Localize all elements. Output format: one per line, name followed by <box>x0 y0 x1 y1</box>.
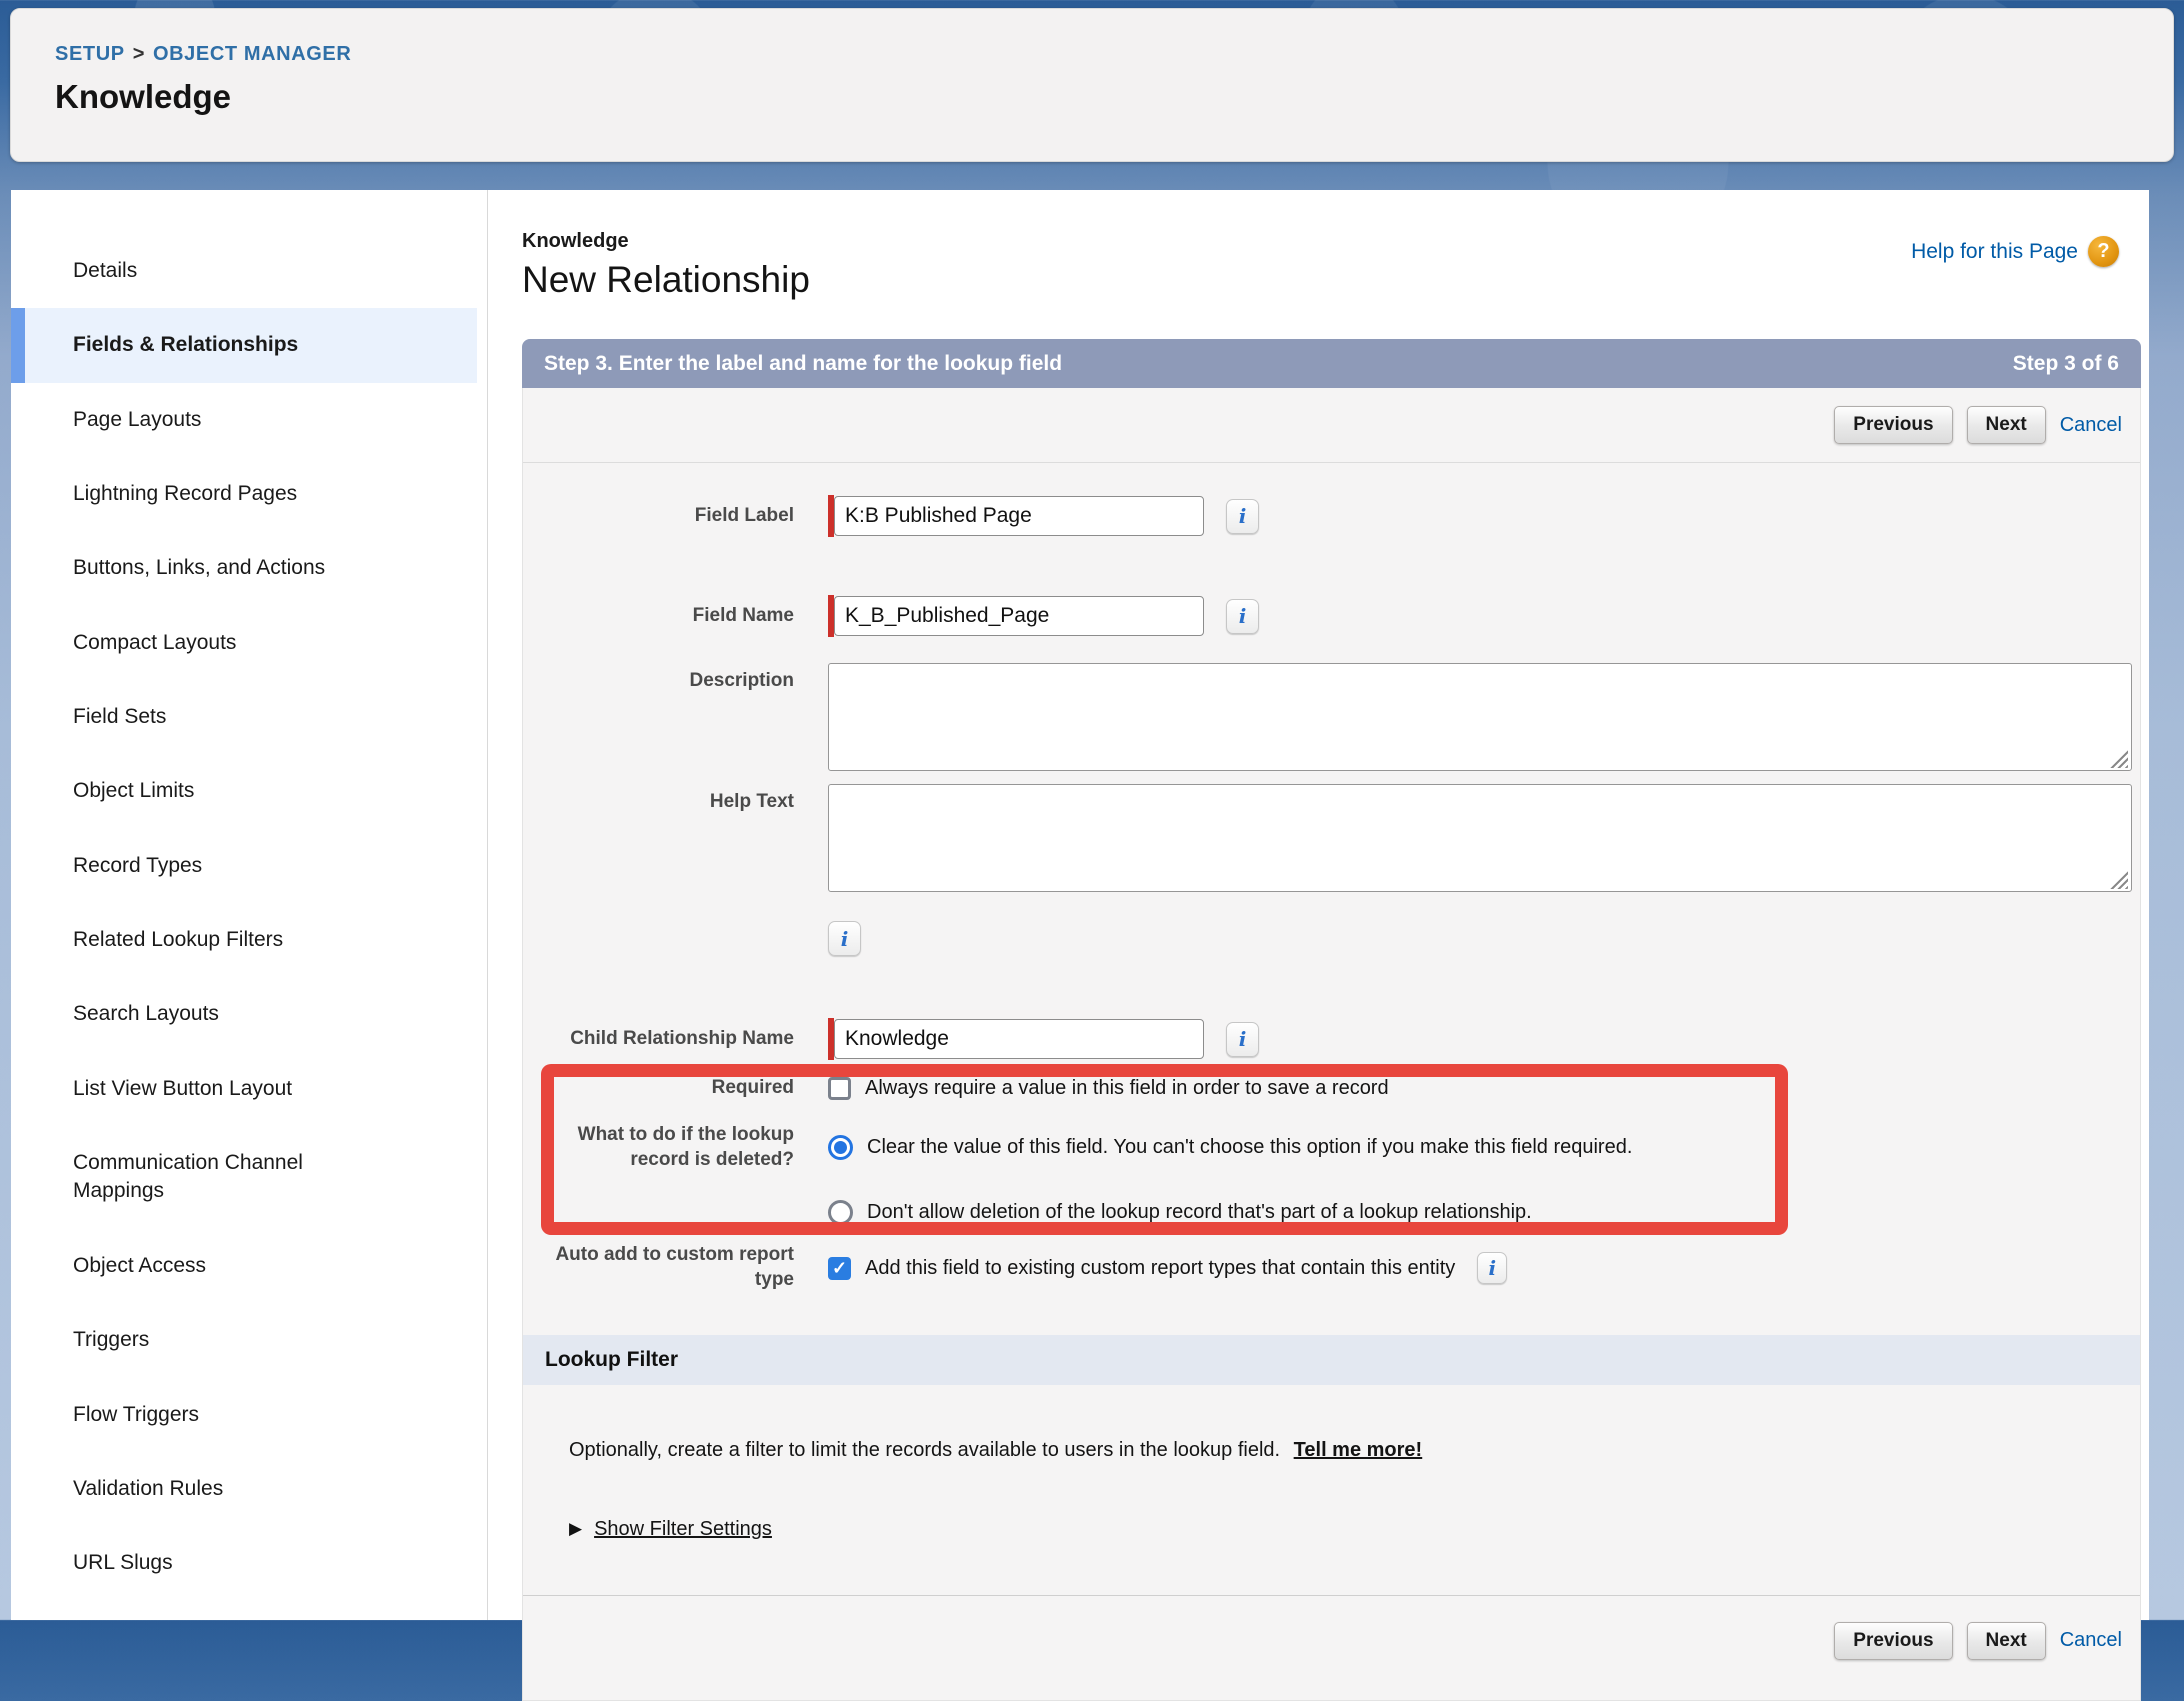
help-question-icon[interactable]: ? <box>2088 236 2119 267</box>
help-for-this-page-link[interactable]: Help for this Page <box>1911 240 2078 264</box>
sidebar-item-page-layouts[interactable]: Page Layouts <box>11 383 411 457</box>
show-filter-settings-toggle[interactable]: ▶ Show Filter Settings <box>569 1518 2140 1541</box>
object-title: Knowledge <box>55 78 2173 116</box>
auto-add-label: Auto add to custom report type <box>523 1243 828 1292</box>
sidebar-item-buttons-links-actions[interactable]: Buttons, Links, and Actions <box>11 531 411 605</box>
sidebar-item-related-lookup-filters[interactable]: Related Lookup Filters <box>11 903 411 977</box>
breadcrumb-setup-link[interactable]: SETUP <box>55 43 125 65</box>
main-panel: Knowledge New Relationship Help for this… <box>488 190 2149 1620</box>
page-title: New Relationship <box>522 259 2141 301</box>
field-name-label: Field Name <box>523 604 828 629</box>
sidebar-item-validation-rules[interactable]: Validation Rules <box>11 1452 411 1526</box>
lookup-deleted-label: What to do if the lookup record is delet… <box>523 1123 828 1172</box>
breadcrumb-separator: > <box>133 43 145 65</box>
help-text-label: Help Text <box>523 784 828 815</box>
sidebar-item-flow-triggers[interactable]: Flow Triggers <box>11 1378 411 1452</box>
info-icon[interactable]: i <box>828 921 861 956</box>
next-button[interactable]: Next <box>1967 1622 2046 1660</box>
cancel-link[interactable]: Cancel <box>2060 414 2122 437</box>
required-checkbox[interactable] <box>828 1077 851 1100</box>
top-actions-row: Previous Next Cancel <box>523 388 2140 463</box>
sidebar-item-details[interactable]: Details <box>11 234 411 308</box>
auto-add-row: Auto add to custom report type ✓ Add thi… <box>523 1243 2140 1292</box>
lookup-filter-header: Lookup Filter <box>523 1335 2140 1385</box>
cancel-link[interactable]: Cancel <box>2060 1629 2122 1652</box>
object-manager-sidebar: Details Fields & Relationships Page Layo… <box>11 190 488 1620</box>
previous-button[interactable]: Previous <box>1834 1622 1952 1660</box>
bottom-actions-row: Previous Next Cancel <box>523 1595 2140 1700</box>
info-icon[interactable]: i <box>1477 1252 1507 1284</box>
sidebar-item-object-access[interactable]: Object Access <box>11 1229 411 1303</box>
step-body: Previous Next Cancel Field Label i <box>522 388 2141 1701</box>
child-relationship-name-label: Child Relationship Name <box>523 1027 828 1052</box>
step-indicator: Step 3 of 6 <box>2013 352 2119 376</box>
sidebar-item-lightning-record-pages[interactable]: Lightning Record Pages <box>11 457 411 531</box>
field-label-row: Field Label i <box>523 495 2140 537</box>
sidebar-item-record-types[interactable]: Record Types <box>11 829 411 903</box>
child-relationship-name-row: Child Relationship Name i <box>523 1018 2140 1060</box>
info-icon[interactable]: i <box>1226 599 1259 634</box>
next-button[interactable]: Next <box>1967 406 2046 444</box>
info-icon[interactable]: i <box>1226 499 1259 534</box>
required-option-text: Always require a value in this field in … <box>865 1076 1389 1101</box>
object-context-label: Knowledge <box>522 230 2141 253</box>
lookup-field-form: Field Label i Field Name i <box>523 463 2140 1595</box>
previous-button[interactable]: Previous <box>1834 406 1952 444</box>
annotated-zone: Required Always require a value in this … <box>523 1076 2140 1225</box>
dont-allow-deletion-option-text: Don't allow deletion of the lookup recor… <box>867 1200 1532 1225</box>
child-relationship-name-input[interactable] <box>834 1019 1204 1059</box>
description-label: Description <box>523 663 828 694</box>
description-textarea[interactable] <box>828 663 2132 771</box>
description-row: Description <box>523 663 2140 776</box>
sidebar-item-field-sets[interactable]: Field Sets <box>11 680 411 754</box>
setup-header-card: SETUP > OBJECT MANAGER Knowledge <box>10 8 2174 162</box>
lookup-filter-body: Optionally, create a filter to limit the… <box>523 1385 2140 1595</box>
lookup-filter-description: Optionally, create a filter to limit the… <box>569 1439 1280 1461</box>
clear-value-radio[interactable] <box>828 1135 853 1160</box>
step-title: Step 3. Enter the label and name for the… <box>544 352 1062 376</box>
content-shell: Details Fields & Relationships Page Layo… <box>11 190 2149 1620</box>
help-text-info-row: i <box>523 921 2140 956</box>
help-text-textarea[interactable] <box>828 784 2132 892</box>
sidebar-item-triggers[interactable]: Triggers <box>11 1303 411 1377</box>
field-name-input[interactable] <box>834 596 1204 636</box>
new-relationship-wizard: Step 3. Enter the label and name for the… <box>522 339 2141 1701</box>
help-text-row: Help Text <box>523 784 2140 897</box>
lookup-deleted-option2-row: Don't allow deletion of the lookup recor… <box>523 1200 2140 1225</box>
help-row: Help for this Page ? <box>1911 236 2119 267</box>
show-filter-settings-label: Show Filter Settings <box>594 1518 772 1541</box>
sidebar-item-compact-layouts[interactable]: Compact Layouts <box>11 606 411 680</box>
sidebar-item-search-layouts[interactable]: Search Layouts <box>11 977 411 1051</box>
sidebar-item-url-slugs[interactable]: URL Slugs <box>11 1526 411 1600</box>
required-label: Required <box>523 1076 828 1101</box>
breadcrumb: SETUP > OBJECT MANAGER <box>55 43 2173 66</box>
required-row: Required Always require a value in this … <box>523 1076 2140 1101</box>
field-name-row: Field Name i <box>523 595 2140 637</box>
field-label-label: Field Label <box>523 504 828 529</box>
step-header: Step 3. Enter the label and name for the… <box>522 339 2141 388</box>
clear-value-option-text: Clear the value of this field. You can't… <box>867 1135 1632 1160</box>
sidebar-item-object-limits[interactable]: Object Limits <box>11 754 411 828</box>
sidebar-item-communication-channel-mappings[interactable]: Communication Channel Mappings <box>11 1126 411 1229</box>
expand-triangle-icon: ▶ <box>569 1519 582 1539</box>
info-icon[interactable]: i <box>1226 1022 1259 1057</box>
dont-allow-deletion-radio[interactable] <box>828 1200 853 1225</box>
field-label-input[interactable] <box>834 496 1204 536</box>
auto-add-option-text: Add this field to existing custom report… <box>865 1256 1455 1281</box>
breadcrumb-object-manager-link[interactable]: OBJECT MANAGER <box>153 43 351 65</box>
lookup-deleted-option1-row: What to do if the lookup record is delet… <box>523 1123 2140 1172</box>
sidebar-item-list-view-button-layout[interactable]: List View Button Layout <box>11 1052 411 1126</box>
sidebar-item-fields-relationships[interactable]: Fields & Relationships <box>11 308 477 382</box>
tell-me-more-link[interactable]: Tell me more! <box>1294 1439 1423 1461</box>
lookup-filter-title: Lookup Filter <box>545 1348 678 1372</box>
auto-add-checkbox[interactable]: ✓ <box>828 1257 851 1280</box>
